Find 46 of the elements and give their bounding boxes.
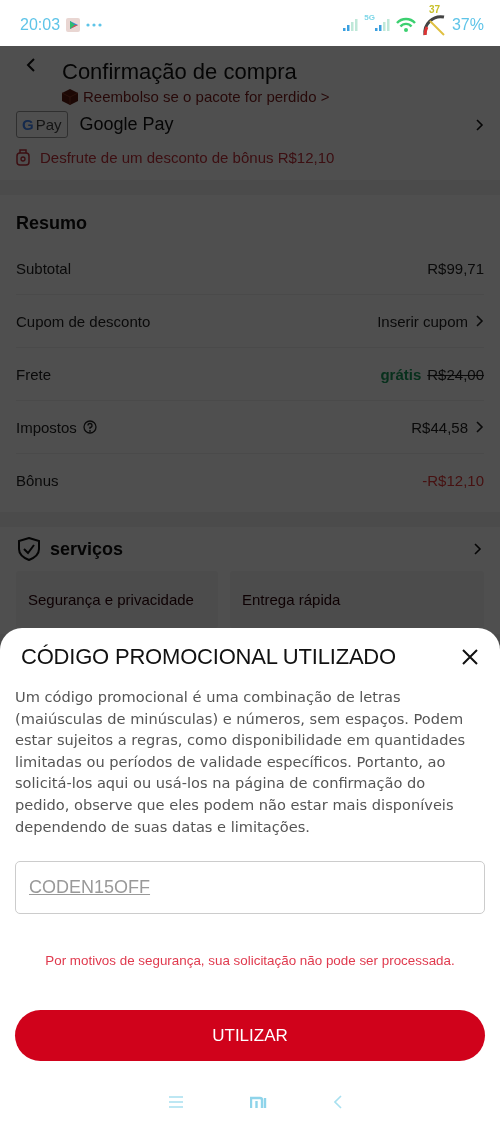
package-icon bbox=[62, 88, 78, 105]
old-price: R$24,00 bbox=[427, 365, 484, 383]
summary-value[interactable]: Inserir cupom bbox=[377, 312, 468, 330]
dialog-title: CÓDIGO PROMOCIONAL UTILIZADO bbox=[21, 644, 396, 670]
section-title: serviços bbox=[50, 538, 125, 560]
summary-label: Subtotal bbox=[16, 259, 72, 277]
apply-button[interactable]: UTILIZAR bbox=[15, 1010, 485, 1062]
error-message: Por motivos de segurança, sua solicitação não pode ser processada. bbox=[44, 953, 456, 969]
chevron-icon[interactable] bbox=[474, 314, 484, 328]
refund-link[interactable]: Reembolso se o pacote for perdido > bbox=[83, 88, 330, 105]
help-icon[interactable] bbox=[82, 420, 97, 434]
menu-icon[interactable] bbox=[168, 1096, 183, 1109]
payment-method[interactable]: Google Pay bbox=[79, 114, 462, 135]
dialog-description: Um código promocional é uma combinação de letras (maiúsculas de minúsculas) e números, sem espaços. Podem estar sujeitos a regras, como disponibilidade em quantidades limitadas ou períodos de validade específicos. Portanto, ao solicitá-los aqui ou usá-los na página de confirmação do pedido, observe que eles podem não estar mais disponíveis dependendo de suas datas e limitações. bbox=[15, 687, 467, 837]
shield-check-icon bbox=[18, 537, 40, 561]
chevron-icon[interactable] bbox=[474, 420, 484, 434]
section-title: Resumo bbox=[16, 213, 88, 234]
summary-value: -R$12,10 bbox=[422, 471, 484, 489]
page-title: Confirmação de compra bbox=[62, 58, 298, 86]
more-icon bbox=[86, 22, 103, 28]
wifi-icon bbox=[395, 17, 416, 33]
summary-label: Cupom de desconto bbox=[16, 312, 151, 330]
free-label: grátis bbox=[380, 365, 422, 383]
signal-icon bbox=[343, 19, 359, 31]
close-icon[interactable] bbox=[461, 648, 479, 666]
bonus-jar-icon bbox=[16, 148, 30, 166]
battery-level: 37% bbox=[451, 16, 484, 34]
signal-icon bbox=[374, 19, 390, 31]
bonus-notice: Desfrute de um desconto de bônus R$12,10 bbox=[40, 148, 335, 166]
summary-value: R$99,71 bbox=[427, 259, 484, 277]
logo-letter: G bbox=[22, 116, 34, 133]
promo-code-field[interactable]: CODEN15OFF bbox=[15, 861, 485, 915]
chevron-icon[interactable] bbox=[472, 542, 482, 556]
logo-text: Pay bbox=[35, 116, 62, 133]
clock: 20:03 bbox=[20, 16, 61, 34]
gauge-icon bbox=[421, 13, 446, 37]
summary-value: R$44,58 bbox=[411, 418, 468, 436]
chevron-icon[interactable] bbox=[474, 117, 484, 132]
home-icon[interactable] bbox=[249, 1095, 267, 1109]
network-label: 5G bbox=[364, 13, 375, 22]
app-store-icon bbox=[66, 18, 81, 32]
gauge-reading: 37 bbox=[428, 4, 441, 15]
summary-label: Bônus bbox=[16, 471, 59, 489]
back-icon[interactable] bbox=[26, 58, 36, 72]
summary-label: Frete bbox=[16, 365, 51, 383]
summary-label: Impostos bbox=[16, 418, 77, 436]
